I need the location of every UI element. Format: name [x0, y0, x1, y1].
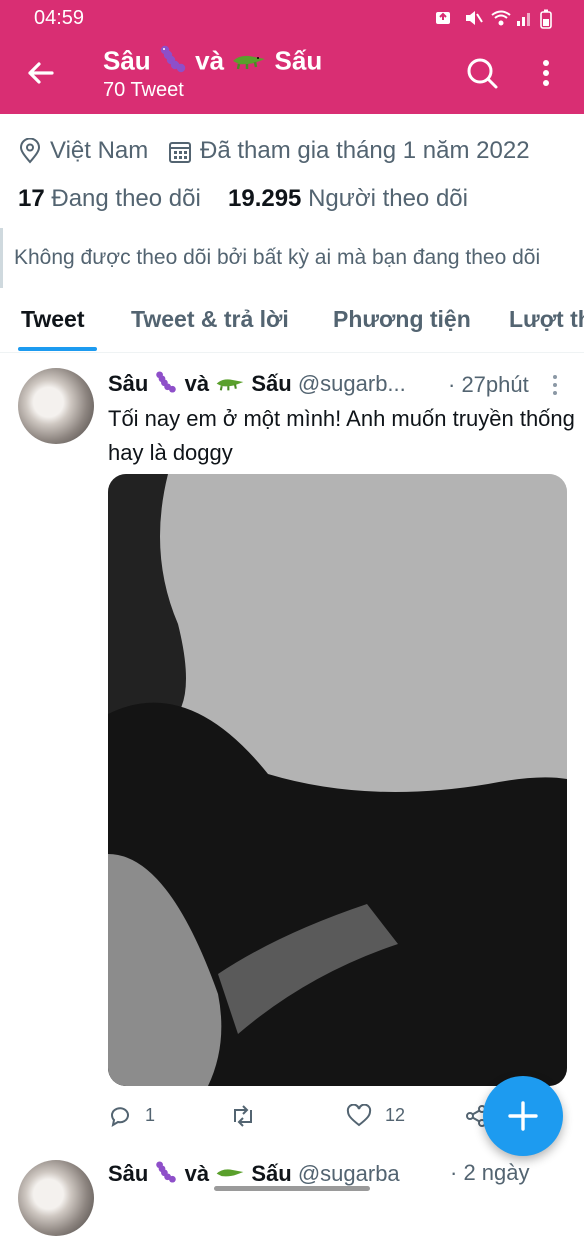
like-count: 12	[385, 1104, 406, 1125]
followers-label: Người theo dõi	[308, 185, 468, 212]
tab-media[interactable]: Phương tiện	[333, 306, 471, 333]
tab-tweets[interactable]: Tweet	[21, 306, 84, 333]
tweet-author[interactable]: Sâu và Sấu @sugarb...	[108, 370, 406, 400]
name-part: Sấu	[251, 370, 292, 396]
wifi-icon	[490, 9, 512, 27]
following-stat[interactable]: 17 Đang theo dõi	[18, 185, 201, 213]
notification-icon	[434, 9, 452, 27]
name-part: Sấu	[274, 45, 323, 76]
name-part: Sấu	[251, 1160, 292, 1186]
tweet-handle: @sugarba	[297, 1160, 400, 1186]
followers-count: 19.295	[228, 185, 302, 212]
caterpillar-emoji	[154, 1160, 178, 1190]
heart-icon	[346, 1103, 372, 1127]
search-icon[interactable]	[465, 56, 499, 90]
status-bar: 04:59	[0, 0, 584, 36]
more-vertical-icon[interactable]	[536, 56, 556, 90]
following-label: Đang theo dõi	[51, 185, 201, 212]
name-part: và	[184, 370, 210, 396]
plus-icon	[508, 1101, 538, 1131]
following-count: 17	[18, 185, 45, 212]
profile-header: 04:59 Sâu và Sấu 70 Tweet	[0, 0, 584, 114]
avatar[interactable]	[18, 368, 94, 444]
tweet-photo[interactable]	[108, 474, 567, 1086]
scroll-edge-indicator	[0, 228, 3, 288]
tweet-timestamp[interactable]: · 27phút	[448, 372, 529, 398]
signal-icon	[516, 9, 534, 27]
avatar[interactable]	[18, 1160, 94, 1236]
crocodile-emoji	[231, 47, 267, 78]
like-button[interactable]: 12	[346, 1103, 406, 1128]
reply-count: 1	[145, 1104, 156, 1125]
followed-by-notice: Không được theo dõi bởi bất kỳ ai mà bạn…	[14, 246, 541, 269]
name-part: Sâu	[108, 370, 149, 396]
location-pin-icon	[18, 137, 42, 164]
retweet-button[interactable]	[230, 1104, 256, 1128]
tab-tweets-and-replies[interactable]: Tweet & trả lời	[131, 306, 289, 333]
battery-icon	[540, 9, 552, 29]
reply-button[interactable]: 1	[108, 1104, 155, 1128]
name-part: Sâu	[108, 1160, 149, 1186]
calendar-icon	[168, 140, 192, 164]
crocodile-emoji	[215, 372, 245, 398]
status-time: 04:59	[34, 7, 85, 29]
tweet-timestamp[interactable]: · 2 ngày	[450, 1160, 530, 1186]
tab-likes[interactable]: Lượt th	[509, 306, 584, 333]
caterpillar-emoji	[158, 44, 188, 81]
tweet-text: Tối nay em ở một mình! Anh muốn truyền t…	[108, 406, 575, 465]
gesture-nav-bar[interactable]	[214, 1186, 370, 1191]
compose-tweet-button[interactable]	[483, 1076, 563, 1156]
profile-location: Việt Nam	[50, 137, 149, 164]
name-part: Sâu	[103, 45, 151, 76]
active-tab-indicator	[18, 347, 97, 351]
name-part: và	[195, 45, 225, 76]
profile-tabs: Tweet Tweet & trả lời Phương tiện Lượt t…	[0, 290, 584, 353]
crocodile-emoji	[215, 1162, 245, 1188]
back-arrow-icon[interactable]	[24, 56, 58, 90]
reply-icon	[110, 1107, 129, 1128]
followers-stat[interactable]: 19.295 Người theo dõi	[228, 185, 468, 213]
tweet-count: 70 Tweet	[103, 79, 184, 101]
profile-joined-date: Đã tham gia tháng 1 năm 2022	[200, 137, 530, 164]
retweet-icon	[234, 1105, 252, 1127]
tweet-more-icon[interactable]	[548, 372, 562, 398]
tweet-handle: @sugarb...	[297, 370, 406, 396]
mute-icon	[464, 9, 484, 27]
name-part: và	[184, 1160, 210, 1186]
profile-display-name: Sâu và Sấu	[103, 44, 322, 81]
caterpillar-emoji	[154, 370, 178, 400]
